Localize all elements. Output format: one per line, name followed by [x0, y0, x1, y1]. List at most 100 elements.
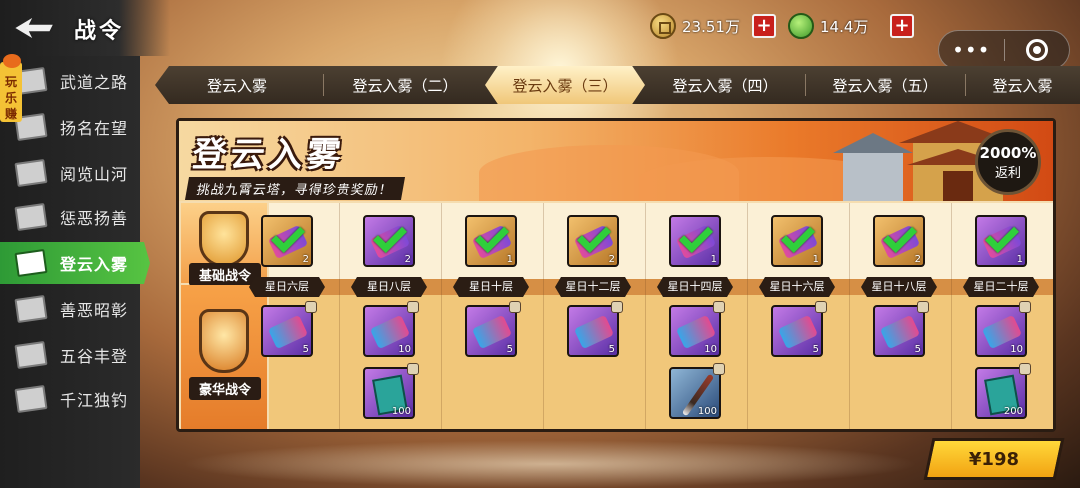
- tab-label: 登云入雾（五）: [832, 76, 938, 95]
- sidebar-item-wugu[interactable]: 五谷丰登: [0, 334, 140, 376]
- column-divider: [951, 203, 952, 429]
- lock-icon: [509, 301, 521, 313]
- premium-reward-item[interactable]: 10: [975, 301, 1031, 357]
- premium-reward-item[interactable]: 5: [465, 301, 521, 357]
- sidebar-item-chenge[interactable]: 惩恶扬善: [0, 196, 140, 238]
- stage-label: 星日十二层: [555, 277, 631, 297]
- back-arrow-icon[interactable]: [10, 10, 56, 46]
- item-count: 5: [914, 344, 921, 355]
- basic-reward-item[interactable]: 1: [465, 215, 517, 267]
- item-count: 2: [608, 254, 615, 265]
- premium-reward-item[interactable]: 100: [669, 363, 725, 419]
- sidebar-item-label: 扬名在望: [60, 119, 129, 138]
- item-count: 1: [506, 254, 513, 265]
- column-divider: [543, 203, 544, 429]
- sidebar-item-label: 阅览山河: [60, 165, 129, 184]
- tab-divider: [323, 74, 324, 96]
- lock-icon: [1019, 363, 1031, 375]
- stage-label: 星日六层: [249, 277, 325, 297]
- item-count: 2: [404, 254, 411, 265]
- more-button[interactable]: •••: [939, 38, 1004, 62]
- tab-1[interactable]: 登云入雾: [157, 66, 317, 104]
- column-divider: [441, 203, 442, 429]
- item-count: 100: [697, 406, 717, 417]
- stage-label: 星日八层: [351, 277, 427, 297]
- premium-reward-item[interactable]: 200: [975, 363, 1031, 419]
- sidebar-item-label: 登云入雾: [60, 255, 129, 274]
- stage-label: 星日十四层: [657, 277, 733, 297]
- column-divider: [339, 203, 340, 429]
- premium-reward-item[interactable]: 5: [873, 301, 929, 357]
- basic-pass-label: 基础战令: [189, 263, 261, 286]
- premium-pass-icon: [199, 309, 249, 373]
- coin-resource: 23.51万 +: [650, 12, 776, 40]
- premium-lane: 豪华战令: [181, 285, 267, 429]
- scroll-icon: [14, 341, 48, 369]
- banner: 登云入雾 挑战九霄云塔，寻得珍贵奖励！ 2000% 返利: [179, 121, 1053, 201]
- item-count: 5: [506, 344, 513, 355]
- tab-label: 登云入雾（三）: [512, 76, 618, 95]
- promo-badge[interactable]: 玩乐赚: [0, 54, 22, 122]
- lock-icon: [917, 301, 929, 313]
- add-jade-button[interactable]: +: [890, 14, 914, 38]
- coin-value: 23.51万: [682, 17, 740, 36]
- lock-icon: [407, 301, 419, 313]
- tab-3[interactable]: 登云入雾（三）: [485, 66, 645, 104]
- tab-2[interactable]: 登云入雾（二）: [325, 66, 485, 104]
- stage-label: 星日十层: [453, 277, 529, 297]
- premium-reward-item[interactable]: 100: [363, 363, 419, 419]
- sidebar-item-dengyun[interactable]: 登云入雾: [0, 242, 150, 284]
- sidebar-item-label: 武道之路: [60, 73, 129, 92]
- stage-label: 星日二十层: [963, 277, 1039, 297]
- sidebar-item-label: 惩恶扬善: [60, 209, 129, 228]
- purchase-button[interactable]: ¥198: [923, 438, 1065, 480]
- tab-label: 登云入雾: [992, 76, 1053, 95]
- item-count: 10: [1010, 344, 1023, 355]
- tab-6[interactable]: 登云入雾: [965, 66, 1080, 104]
- basic-lane: 基础战令: [181, 203, 267, 286]
- basic-pass-icon: [199, 211, 249, 267]
- premium-reward-item[interactable]: 10: [669, 301, 725, 357]
- close-button[interactable]: [1005, 39, 1070, 61]
- item-count: 5: [302, 344, 309, 355]
- premium-reward-item[interactable]: 5: [261, 301, 317, 357]
- basic-reward-item[interactable]: 2: [261, 215, 313, 267]
- scroll-icon: [14, 159, 48, 187]
- item-count: 10: [704, 344, 717, 355]
- sidebar-item-qianjiang[interactable]: 千江独钓: [0, 378, 140, 420]
- sidebar-item-shane[interactable]: 善恶昭彰: [0, 288, 140, 330]
- pumpkin-icon: [3, 54, 21, 68]
- item-count: 2: [302, 254, 309, 265]
- basic-reward-item[interactable]: 2: [363, 215, 415, 267]
- sidebar-item-label: 五谷丰登: [60, 347, 129, 366]
- basic-reward-item[interactable]: 1: [975, 215, 1027, 267]
- price-label: ¥198: [968, 448, 1020, 470]
- premium-reward-item[interactable]: 5: [567, 301, 623, 357]
- item-count: 1: [812, 254, 819, 265]
- premium-reward-item[interactable]: 5: [771, 301, 827, 357]
- basic-reward-item[interactable]: 2: [567, 215, 619, 267]
- header: 战令: [0, 0, 170, 56]
- lock-icon: [713, 363, 725, 375]
- tab-label: 登云入雾（二）: [352, 76, 458, 95]
- coin-icon: [650, 13, 676, 39]
- sidebar-item-yuelan[interactable]: 阅览山河: [0, 152, 140, 194]
- stage-label: 星日十六层: [759, 277, 835, 297]
- basic-reward-item[interactable]: 1: [669, 215, 721, 267]
- item-count: 10: [398, 344, 411, 355]
- item-count: 100: [391, 406, 411, 417]
- premium-reward-item[interactable]: 10: [363, 301, 419, 357]
- item-count: 5: [812, 344, 819, 355]
- add-coin-button[interactable]: +: [752, 14, 776, 38]
- item-count: 200: [1003, 406, 1023, 417]
- banner-title: 登云入雾: [190, 135, 347, 175]
- basic-reward-item[interactable]: 1: [771, 215, 823, 267]
- tab-5[interactable]: 登云入雾（五）: [805, 66, 965, 104]
- banner-subtitle: 挑战九霄云塔，寻得珍贵奖励！: [184, 177, 406, 200]
- basic-reward-item[interactable]: 2: [873, 215, 925, 267]
- item-count: 5: [608, 344, 615, 355]
- scroll-icon: [14, 203, 48, 231]
- tab-4[interactable]: 登云入雾（四）: [645, 66, 805, 104]
- tab-label: 登云入雾（四）: [672, 76, 778, 95]
- page-title: 战令: [74, 19, 125, 44]
